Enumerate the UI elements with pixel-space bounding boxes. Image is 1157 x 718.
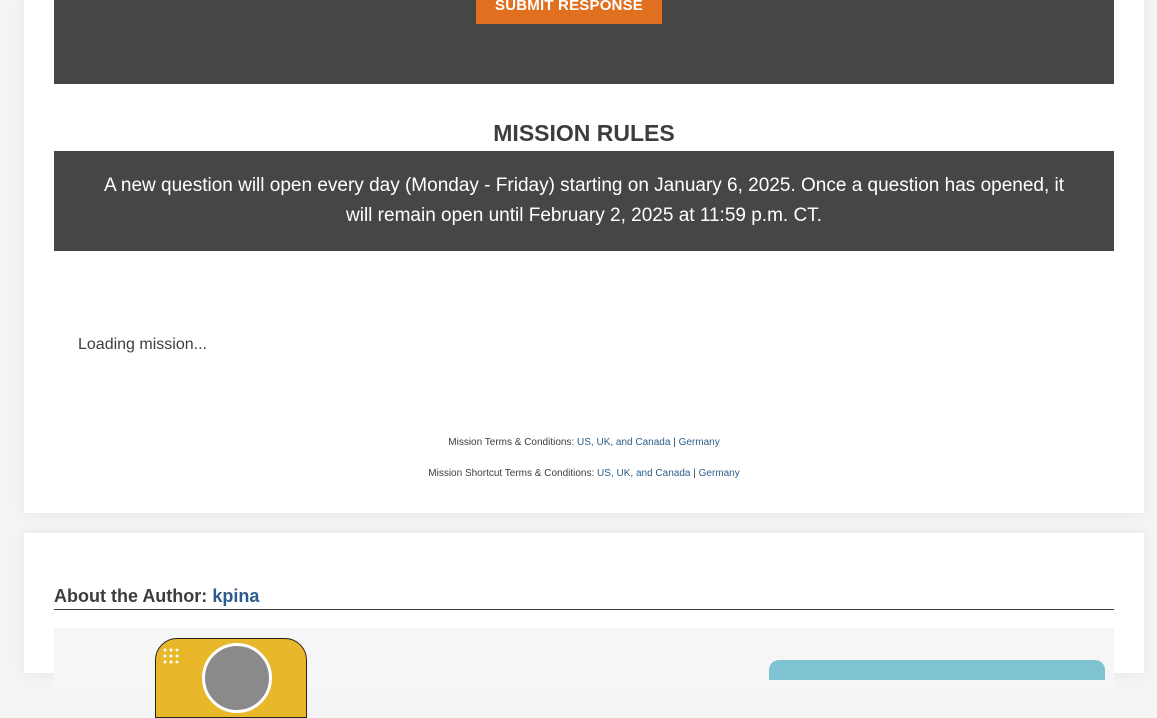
dots-pattern-icon (162, 647, 180, 665)
author-card: About the Author: kpina (24, 533, 1144, 718)
mission-card: SUBMIT RESPONSE MISSION RULES A new ques… (24, 0, 1144, 513)
author-photo (202, 643, 272, 713)
mission-rules-text: A new question will open every day (Mond… (103, 175, 1065, 226)
shortcut-terms-label: Mission Shortcut Terms & Conditions: (428, 468, 595, 479)
submit-response-button[interactable]: SUBMIT RESPONSE (476, 0, 662, 24)
response-panel: SUBMIT RESPONSE (54, 0, 1114, 84)
mission-rules-title: MISSION RULES (493, 120, 675, 146)
shortcut-terms-germany-link[interactable]: Germany (699, 468, 740, 479)
terms-us-uk-canada-link[interactable]: US, UK, and Canada (577, 437, 670, 448)
terms-germany-link[interactable]: Germany (679, 437, 720, 448)
mission-rules-box: A new question will open every day (Mond… (54, 151, 1114, 251)
shortcut-terms-separator: | (693, 468, 696, 479)
author-side-banner (769, 660, 1105, 680)
shortcut-terms-us-uk-canada-link[interactable]: US, UK, and Canada (597, 468, 690, 479)
mission-loading-text: Loading mission... (78, 336, 207, 353)
shortcut-terms-line: Mission Shortcut Terms & Conditions: US,… (24, 468, 1144, 479)
mission-terms-line: Mission Terms & Conditions: US, UK, and … (24, 437, 1144, 448)
terms-separator: | (673, 437, 676, 448)
author-heading-label: About the Author: (54, 586, 208, 606)
terms-label: Mission Terms & Conditions: (448, 437, 575, 448)
author-heading: About the Author: kpina (54, 586, 1114, 610)
author-avatar (155, 638, 307, 718)
author-name-link[interactable]: kpina (212, 586, 259, 606)
author-bio-panel (54, 628, 1114, 718)
